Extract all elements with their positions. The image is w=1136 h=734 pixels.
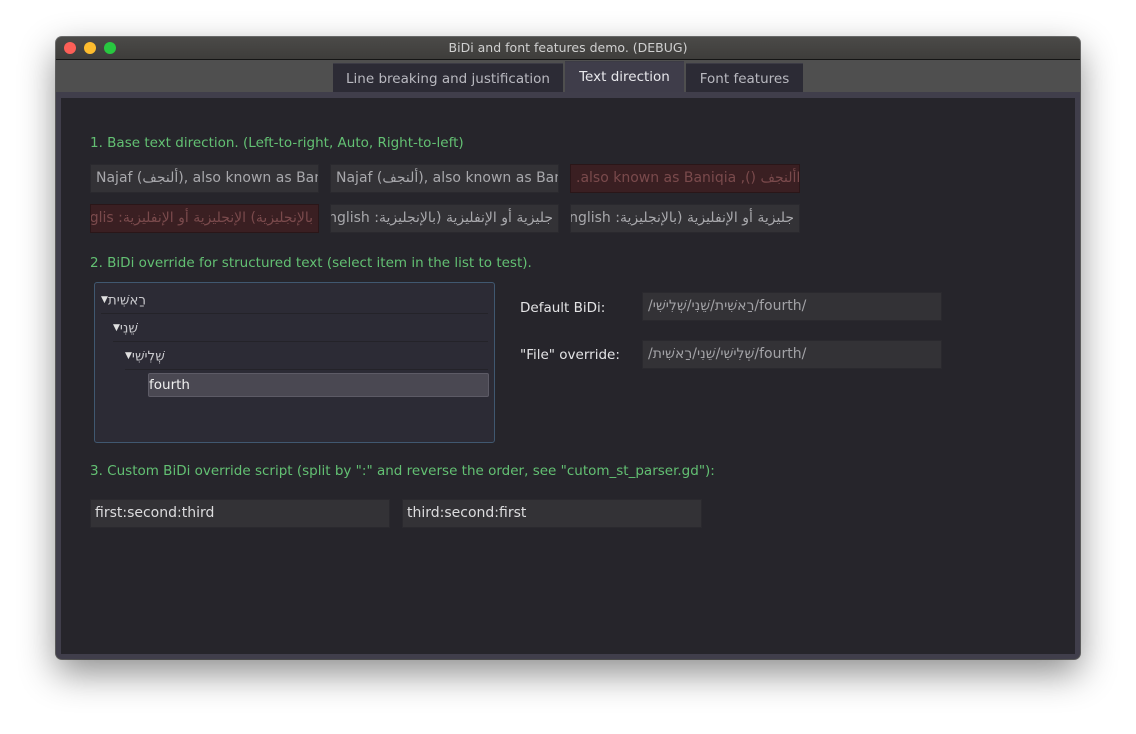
tree-item[interactable]: ▼שֵׁנִי xyxy=(113,315,488,342)
section3-heading: 3. Custom BiDi override script (split by… xyxy=(90,463,715,479)
expand-triangle-icon[interactable]: ▼ xyxy=(113,323,120,333)
custom-bidi-output[interactable]: third:second:first xyxy=(402,499,702,528)
rtl-label-row1: .also known as Baniqia ,() ألنجفNa xyxy=(570,164,800,193)
tree-item-label: שֵׁנִי xyxy=(119,320,138,337)
structured-tree[interactable]: ▼רַאשִׁית ▼שֵׁנִי ▼שְׁלִישִׁי fourth xyxy=(94,282,495,443)
tab-line-breaking[interactable]: Line breaking and justification xyxy=(333,63,563,93)
auto-label-row1: Najaf (ألنجف), also known as Baniq xyxy=(330,164,559,193)
tab-bar: Line breaking and justification Text dir… xyxy=(56,60,1080,93)
default-bidi-field[interactable]: /רַאשִׁית/שֵׁנִי/שְׁלִישִׁי/fourth/ xyxy=(642,292,942,321)
tree-item-label: שְׁלִישִׁי xyxy=(131,348,165,365)
default-bidi-label: Default BiDi: xyxy=(520,300,606,316)
tab-text-direction[interactable]: Text direction xyxy=(565,61,684,93)
custom-bidi-input[interactable]: first:second:third xyxy=(90,499,390,528)
tree-item-selected[interactable]: fourth xyxy=(148,373,489,397)
expand-triangle-icon[interactable]: ▼ xyxy=(125,351,132,361)
title-bar: BiDi and font features demo. (DEBUG) xyxy=(56,37,1080,60)
tree-item-label: fourth xyxy=(149,377,190,393)
auto-label-row2: جليزية أو الإنفليزية (بالإنجليزية: Engli… xyxy=(330,204,559,233)
app-window: BiDi and font features demo. (DEBUG) Lin… xyxy=(56,37,1080,659)
section2-heading: 2. BiDi override for structured text (se… xyxy=(90,255,532,271)
expand-triangle-icon[interactable]: ▼ xyxy=(101,295,108,305)
rtl-label-row2: جليزية أو الإنفليزية (بالإنجليزية: Engli… xyxy=(570,204,800,233)
ltr-label-row1: Najaf (ألنجف), also known as Baniq xyxy=(90,164,319,193)
tree-item-label: רַאשִׁית xyxy=(107,292,147,309)
tab-panel-frame: 1. Base text direction. (Left-to-right, … xyxy=(56,92,1080,659)
text-direction-panel: 1. Base text direction. (Left-to-right, … xyxy=(61,98,1075,654)
ltr-label-row2: بالإنجليزية) الإنجليزية أو الإنفليزية: E… xyxy=(90,204,319,233)
window-title: BiDi and font features demo. (DEBUG) xyxy=(448,40,688,55)
file-override-label: "File" override: xyxy=(520,347,620,363)
section1-heading: 1. Base text direction. (Left-to-right, … xyxy=(90,135,464,151)
tab-font-features[interactable]: Font features xyxy=(686,63,803,93)
tree-item[interactable]: ▼שְׁלִישִׁי xyxy=(125,343,488,370)
file-override-field[interactable]: /שְׁלִישִׁי/שֵׁנִי/רַאשִׁית/fourth/ xyxy=(642,340,942,369)
tree-item[interactable]: ▼רַאשִׁית xyxy=(101,287,488,314)
